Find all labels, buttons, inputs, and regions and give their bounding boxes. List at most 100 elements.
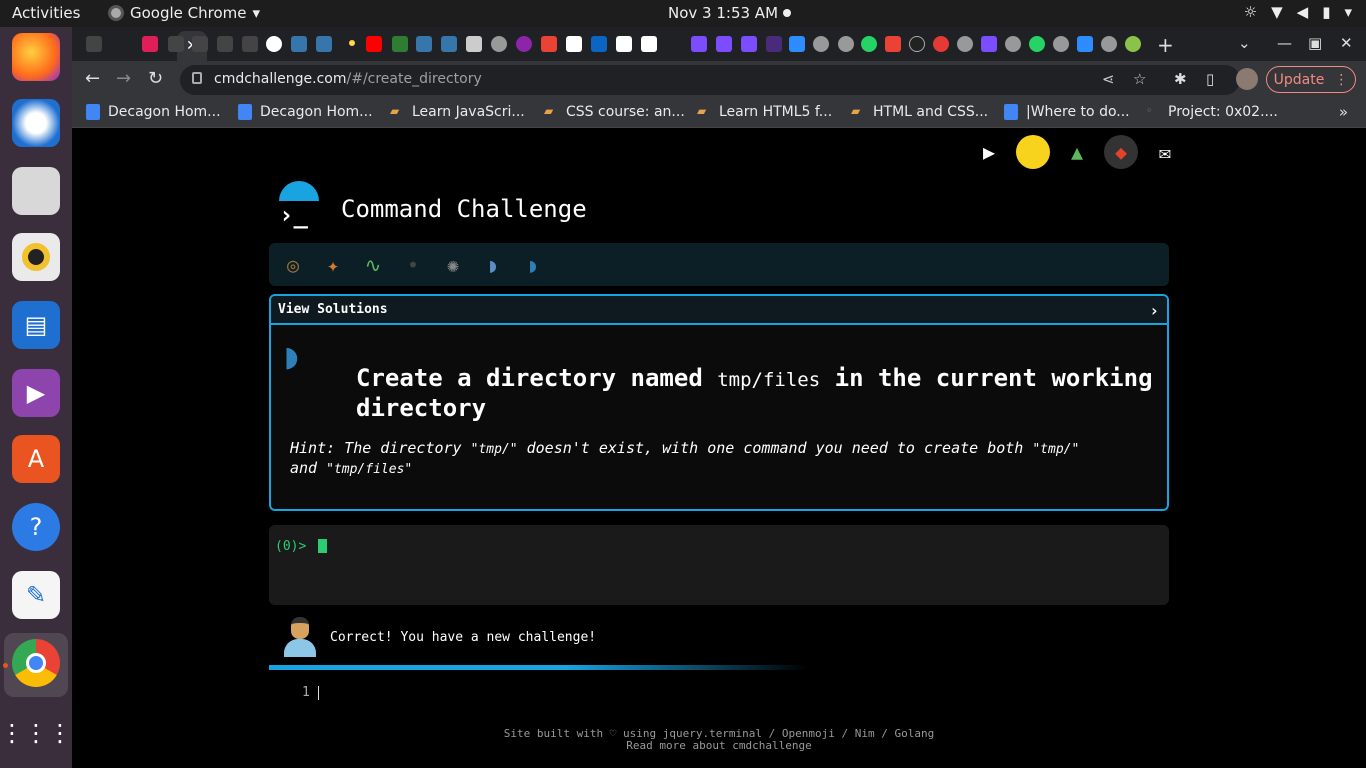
whale-badge-icon[interactable]: ◗ (477, 249, 509, 281)
bookmark-item[interactable]: |Where to do... (1004, 104, 1130, 120)
chrome-dock-icon[interactable] (12, 639, 60, 687)
software-center-icon[interactable]: A (12, 435, 60, 483)
python-icon[interactable] (416, 36, 432, 52)
close-window-button[interactable]: ✕ (1340, 34, 1353, 52)
snail-badge-icon[interactable]: ◎ (277, 249, 309, 281)
minimize-button[interactable]: — (1277, 34, 1292, 52)
help-icon[interactable]: ? (12, 503, 60, 551)
whatsapp-icon[interactable] (861, 36, 877, 52)
tab-favicon[interactable] (192, 36, 208, 52)
update-button[interactable]: Update ⋮ (1266, 66, 1356, 93)
github-icon[interactable] (491, 36, 507, 52)
whatsapp-icon[interactable] (1029, 36, 1045, 52)
tab-favicon[interactable] (933, 36, 949, 52)
tab-favicon[interactable] (86, 36, 102, 52)
address-bar[interactable]: cmdchallenge.com/#/create_directory ⋖ ☆ (180, 65, 1240, 95)
firefox-icon[interactable] (12, 33, 60, 81)
bookmark-item[interactable]: ◦ Project: 0x02.... (1146, 104, 1278, 120)
new-tab-button[interactable]: + (1157, 33, 1174, 57)
thunderbird-icon[interactable] (12, 99, 60, 147)
shushing-face-icon[interactable] (1016, 135, 1050, 169)
youtube-icon[interactable] (366, 36, 382, 52)
app-menu[interactable]: Google Chrome ▾ (108, 4, 260, 22)
github-icon[interactable] (1101, 36, 1117, 52)
bookmark-item[interactable]: ▰ Learn JavaScri... (390, 104, 525, 120)
dolphin-badge-icon[interactable]: ◗ (517, 249, 549, 281)
zoom-icon[interactable] (789, 36, 805, 52)
tab-favicon[interactable] (909, 36, 925, 52)
chevron-right-icon[interactable]: › (1149, 301, 1159, 320)
tab-favicon[interactable] (466, 36, 482, 52)
terminal-logo-icon[interactable]: ▶ (972, 135, 1006, 169)
bookmark-item[interactable]: ▰ HTML and CSS... (851, 104, 988, 120)
tree-icon[interactable]: ▲ (1060, 135, 1094, 169)
github-icon[interactable] (1053, 36, 1069, 52)
github-icon[interactable] (838, 36, 854, 52)
tab-favicon[interactable] (766, 36, 782, 52)
tab-favicon[interactable] (392, 36, 408, 52)
system-tray[interactable]: ☼ ▼ ◀ ▮ ▾ (1244, 3, 1352, 21)
videos-icon[interactable]: ▶ (12, 369, 60, 417)
tab-favicon[interactable] (217, 36, 233, 52)
view-solutions-toggle[interactable]: View Solutions (271, 296, 1167, 325)
tab-favicon[interactable] (691, 36, 707, 52)
tab-favicon[interactable] (1125, 36, 1141, 52)
zoom-icon[interactable] (1077, 36, 1093, 52)
share-icon[interactable]: ⋖ (1102, 70, 1115, 88)
side-panel-icon[interactable]: ▯ (1206, 70, 1214, 88)
libreoffice-writer-icon[interactable]: ▤ (12, 301, 60, 349)
bookmarks-overflow-icon[interactable]: » (1339, 103, 1348, 121)
github-icon[interactable] (813, 36, 829, 52)
python-icon[interactable] (441, 36, 457, 52)
tab-favicon[interactable] (516, 36, 532, 52)
python-icon[interactable] (291, 36, 307, 52)
rhythmbox-icon[interactable] (12, 233, 60, 281)
butterfly-badge-icon[interactable]: ✦ (317, 249, 349, 281)
bookmark-star-icon[interactable]: ☆ (1133, 70, 1146, 88)
tab-favicon[interactable] (168, 36, 184, 52)
github-icon[interactable] (1005, 36, 1021, 52)
tab-favicon[interactable] (981, 36, 997, 52)
bookmark-label: Project: 0x02.... (1168, 104, 1278, 120)
spider-web-badge-icon[interactable]: ✺ (437, 249, 469, 281)
gmail-icon[interactable] (541, 36, 557, 52)
mail-icon[interactable]: ✉ (1148, 135, 1182, 169)
tab-favicon[interactable] (616, 36, 632, 52)
bookmark-item[interactable]: Decagon Hom... (86, 104, 221, 120)
files-icon[interactable] (12, 167, 60, 215)
tab-favicon[interactable] (566, 36, 582, 52)
back-button[interactable]: ← (85, 68, 100, 89)
hint-code: "tmp/" (470, 442, 518, 457)
tab-favicon[interactable] (716, 36, 732, 52)
terminal-input[interactable]: (0)> (269, 525, 1169, 605)
reload-button[interactable]: ↻ (148, 68, 163, 89)
gitlab-icon[interactable]: ◆ (1104, 135, 1138, 169)
bookmark-item[interactable]: ▰ Learn HTML5 f... (697, 104, 832, 120)
read-more-link[interactable]: Read more about cmdchallenge (72, 740, 1366, 752)
bookmark-item[interactable]: ▰ CSS course: an... (544, 104, 685, 120)
bookmark-item[interactable]: Decagon Hom... (238, 104, 373, 120)
linkedin-icon[interactable] (591, 36, 607, 52)
tab-favicon[interactable] (349, 40, 355, 46)
output-editor[interactable]: 1 (302, 685, 319, 700)
gmail-icon[interactable] (885, 36, 901, 52)
slack-icon[interactable] (142, 36, 158, 52)
activities-button[interactable]: Activities (12, 4, 80, 22)
tab-favicon[interactable] (741, 36, 757, 52)
clock[interactable]: Nov 3 1:53 AM (668, 4, 778, 22)
url-text[interactable]: cmdchallenge.com/#/create_directory (214, 71, 482, 87)
show-apps-icon[interactable]: ⋮⋮⋮ (0, 709, 72, 757)
maximize-button[interactable]: ▣ (1308, 34, 1322, 52)
github-icon[interactable] (957, 36, 973, 52)
python-icon[interactable] (316, 36, 332, 52)
ant-badge-icon[interactable]: • (397, 249, 429, 281)
forward-button[interactable]: → (116, 68, 131, 89)
tab-search-icon[interactable]: ⌄ (1238, 34, 1251, 52)
caterpillar-badge-icon[interactable]: ∿ (357, 249, 389, 281)
extensions-icon[interactable]: ✱ (1174, 70, 1187, 88)
profile-avatar[interactable] (1236, 68, 1258, 90)
text-editor-icon[interactable]: ✎ (12, 571, 60, 619)
tab-favicon[interactable] (641, 36, 657, 52)
web-icon[interactable] (266, 36, 282, 52)
tab-favicon[interactable] (242, 36, 258, 52)
